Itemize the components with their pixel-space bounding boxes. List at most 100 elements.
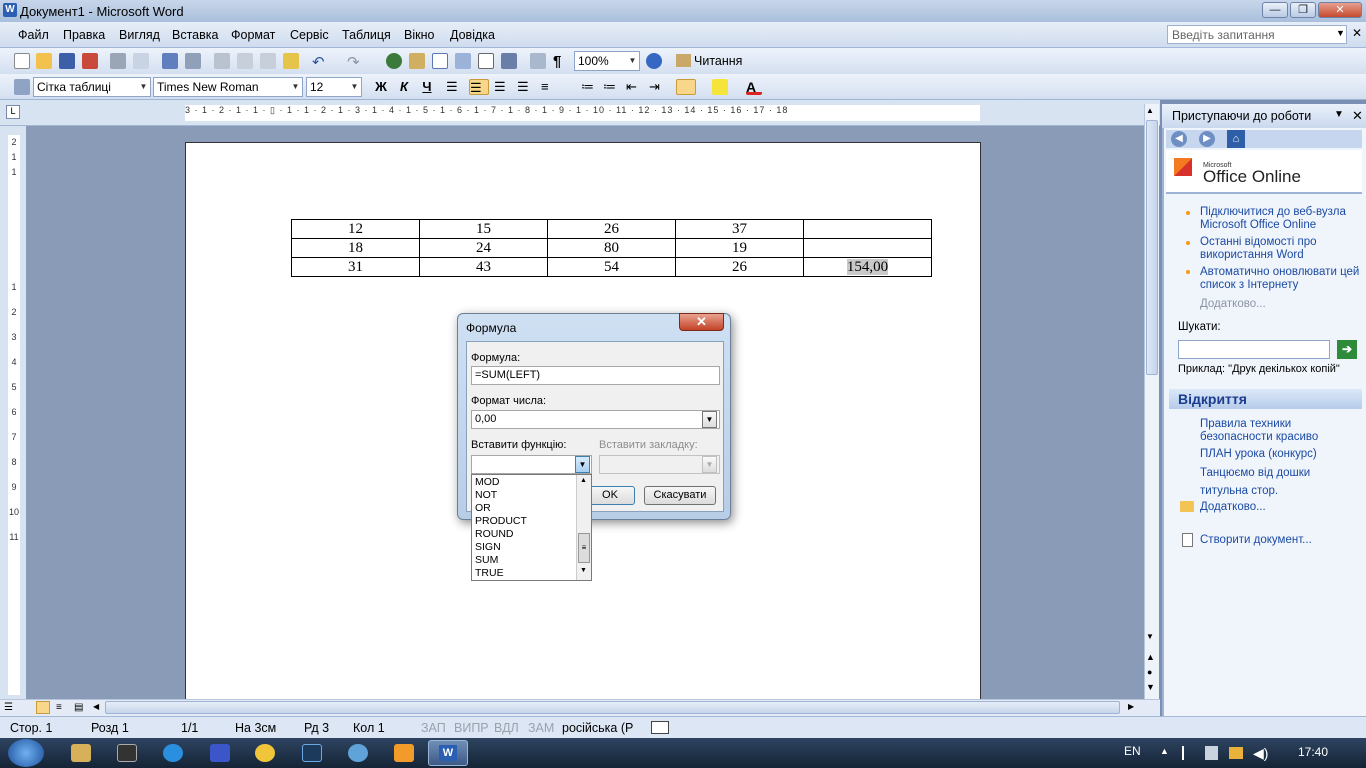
scroll-up-icon[interactable]: ▲ xyxy=(580,477,587,484)
explorer-taskbar-icon[interactable] xyxy=(71,744,91,762)
dialog-close-button[interactable]: ✕ xyxy=(679,313,724,331)
tab-selector-icon[interactable]: L xyxy=(6,105,20,119)
menu-edit[interactable]: Правка xyxy=(63,28,105,42)
status-language[interactable]: російська (Р xyxy=(562,721,633,735)
insert-excel-icon[interactable] xyxy=(455,53,471,69)
pane-link-connect[interactable]: Підключитися до веб-вузла Microsoft Offi… xyxy=(1200,206,1360,232)
list-item[interactable]: NOT xyxy=(475,489,497,501)
close-doc-icon[interactable]: ✕ xyxy=(1352,26,1362,40)
document-table[interactable]: 12 15 26 37 18 24 80 19 31 43 54 26 154,… xyxy=(291,219,932,277)
status-position[interactable]: На 3см xyxy=(235,721,276,735)
task-pane-menu-icon[interactable]: ▼ xyxy=(1334,109,1344,120)
list-item[interactable]: ROUND xyxy=(475,528,514,540)
hyperlink-icon[interactable] xyxy=(386,53,402,69)
chevron-down-icon[interactable]: ▼ xyxy=(575,456,590,473)
tables-borders-icon[interactable] xyxy=(409,53,425,69)
prev-page-icon[interactable]: ▲ xyxy=(1146,652,1155,662)
table-cell[interactable]: 19 xyxy=(675,238,804,258)
normal-view-icon[interactable]: ☰ xyxy=(4,702,13,713)
list-scrollbar[interactable]: ▲ ≡ ▼ xyxy=(576,475,591,580)
status-section[interactable]: Розд 1 xyxy=(91,721,129,735)
status-column[interactable]: Кол 1 xyxy=(353,721,385,735)
table-cell[interactable]: 54 xyxy=(547,257,676,277)
status-track[interactable]: ВИПР xyxy=(454,721,489,735)
pane-link-autoupdate[interactable]: Автоматично оновлювати цей список з Інте… xyxy=(1200,266,1360,292)
columns-icon[interactable] xyxy=(478,53,494,69)
menu-format[interactable]: Формат xyxy=(231,28,275,42)
decrease-indent-icon[interactable]: ⇤ xyxy=(626,79,642,95)
player-taskbar-icon[interactable] xyxy=(394,744,414,762)
scroll-down-icon[interactable]: ▼ xyxy=(1146,632,1154,641)
status-pages[interactable]: 1/1 xyxy=(181,721,198,735)
start-button[interactable] xyxy=(8,739,44,767)
align-left-icon[interactable]: ☰ xyxy=(446,79,462,95)
tray-language[interactable]: EN xyxy=(1124,744,1141,758)
underline-button[interactable]: Ч xyxy=(419,79,435,95)
chevron-down-icon[interactable]: ▼ xyxy=(702,411,717,428)
media-taskbar-icon[interactable] xyxy=(348,744,368,762)
menu-file[interactable]: Файл xyxy=(18,28,49,42)
app-taskbar-icon[interactable] xyxy=(117,744,137,762)
cut-icon[interactable] xyxy=(214,53,230,69)
recent-doc[interactable]: титульна стор. xyxy=(1200,485,1278,498)
recent-doc[interactable]: ПЛАН урока (конкурс) xyxy=(1200,448,1317,461)
copy-icon[interactable] xyxy=(237,53,253,69)
ask-dropdown-icon[interactable]: ▼ xyxy=(1336,28,1345,38)
status-line[interactable]: Рд 3 xyxy=(304,721,329,735)
table-cell[interactable]: 80 xyxy=(547,238,676,258)
pane-link-news[interactable]: Останні відомості про використання Word xyxy=(1200,236,1360,262)
list-item[interactable]: SIGN xyxy=(475,541,501,553)
font-color-icon[interactable]: A xyxy=(746,79,762,95)
table-cell[interactable]: 26 xyxy=(675,257,804,277)
word-app-icon[interactable]: W xyxy=(3,3,17,17)
scroll-right-icon[interactable]: ▶ xyxy=(1128,702,1134,711)
permission-icon[interactable] xyxy=(82,53,98,69)
reading-view-icon[interactable]: ▤ xyxy=(74,702,83,713)
format-painter-icon[interactable] xyxy=(283,53,299,69)
flag-icon[interactable] xyxy=(1182,746,1194,760)
list-item[interactable]: PRODUCT xyxy=(475,515,527,527)
document-map-icon[interactable] xyxy=(530,53,546,69)
recent-doc[interactable]: Танцюємо від дошки xyxy=(1200,467,1310,480)
font-select[interactable]: Times New Roman ▼ xyxy=(153,77,303,97)
horizontal-scroll-thumb[interactable] xyxy=(105,701,1120,714)
search-go-icon[interactable]: ➔ xyxy=(1337,340,1357,359)
ok-button[interactable]: OK xyxy=(585,486,635,505)
scroll-up-icon[interactable]: ▲ xyxy=(1146,106,1154,115)
clock[interactable]: 17:40 xyxy=(1298,745,1328,759)
menu-help[interactable]: Довідка xyxy=(450,28,495,42)
home-icon[interactable]: ⌂ xyxy=(1227,130,1245,148)
spelling-status-icon[interactable] xyxy=(651,721,669,734)
back-icon[interactable]: ◀ xyxy=(1171,131,1187,147)
select-browse-icon[interactable]: ● xyxy=(1147,667,1152,677)
next-page-icon[interactable]: ▼ xyxy=(1146,682,1155,692)
table-cell[interactable] xyxy=(803,238,932,258)
print-icon[interactable] xyxy=(110,53,126,69)
create-document-link[interactable]: Створити документ... xyxy=(1200,534,1312,547)
close-window-button[interactable]: ✕ xyxy=(1318,2,1362,18)
borders-icon[interactable] xyxy=(676,79,696,95)
vertical-scrollbar[interactable]: ▲ ▼ ▲ ● ▼ xyxy=(1144,104,1159,699)
align-right-icon[interactable]: ☰ xyxy=(494,79,510,95)
sum-field-value[interactable]: 154,00 xyxy=(846,258,889,275)
insert-function-select[interactable] xyxy=(471,455,592,474)
table-cell[interactable]: 43 xyxy=(419,257,548,277)
help-icon[interactable] xyxy=(646,53,662,69)
formula-input[interactable]: =SUM(LEFT) xyxy=(471,366,720,385)
pane-more-link[interactable]: Додатково... xyxy=(1200,298,1266,311)
list-scroll-thumb[interactable]: ≡ xyxy=(578,533,590,563)
spelling-icon[interactable] xyxy=(162,53,178,69)
table-cell[interactable] xyxy=(803,219,932,239)
increase-indent-icon[interactable]: ⇥ xyxy=(649,79,665,95)
ie-taskbar-icon[interactable] xyxy=(163,744,183,762)
table-cell[interactable]: 18 xyxy=(291,238,420,258)
tray-expand-icon[interactable]: ▲ xyxy=(1160,746,1169,756)
scroll-down-icon[interactable]: ▼ xyxy=(580,567,587,574)
table-cell[interactable]: 24 xyxy=(419,238,548,258)
highlight-icon[interactable] xyxy=(712,79,728,95)
show-formatting-icon[interactable]: ¶ xyxy=(553,53,569,70)
forward-icon[interactable]: ▶ xyxy=(1199,131,1215,147)
research-icon[interactable] xyxy=(185,53,201,69)
print-layout-icon[interactable] xyxy=(36,701,50,714)
recent-doc[interactable]: Правила техники безопасности красиво xyxy=(1200,418,1362,444)
